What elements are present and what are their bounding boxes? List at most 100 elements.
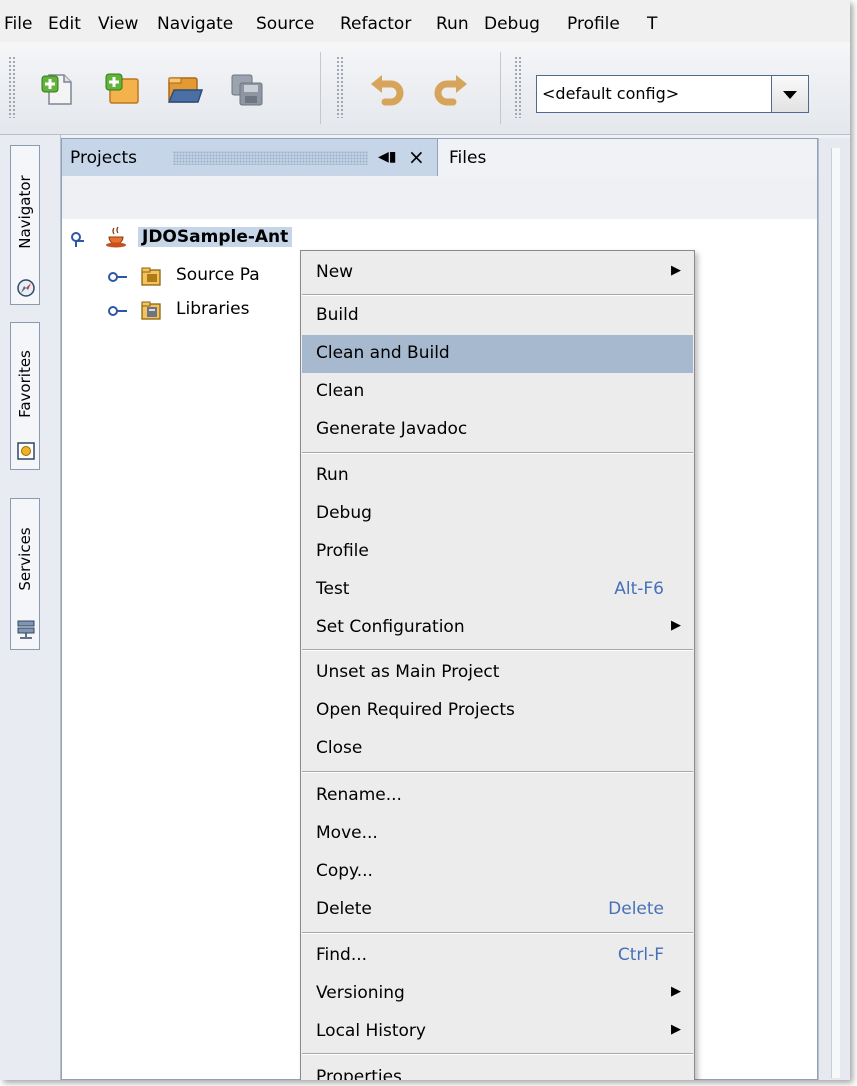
menu-item-label: Local History (316, 1021, 426, 1041)
undo-icon[interactable] (368, 70, 406, 108)
expand-handle-icon[interactable] (108, 271, 128, 283)
java-project-icon (106, 226, 126, 248)
menu-view[interactable]: View (98, 14, 138, 34)
menu-item-properties[interactable]: Properties (302, 1059, 693, 1080)
services-icon (17, 620, 35, 639)
editor-area-border (831, 148, 840, 1078)
menu-item-close[interactable]: Close (302, 730, 693, 768)
menu-navigate[interactable]: Navigate (157, 14, 233, 34)
menu-item-label: Debug (316, 503, 372, 523)
new-project-icon[interactable] (104, 70, 142, 108)
tab-files[interactable]: Files (449, 148, 486, 168)
config-select-value: <default config> (542, 84, 680, 103)
menu-item-copy[interactable]: Copy... (302, 853, 693, 891)
tree-node-libraries[interactable]: Libraries (108, 297, 328, 327)
menu-item-label: Move... (316, 823, 378, 843)
menu-item-clean[interactable]: Clean (302, 373, 693, 411)
menu-file[interactable]: File (4, 14, 32, 34)
open-project-icon[interactable] (166, 70, 204, 108)
menu-item-rename[interactable]: Rename... (302, 777, 693, 815)
menu-item-label: Versioning (316, 983, 405, 1003)
menu-item-label: Clean (316, 381, 365, 401)
menu-separator (302, 452, 693, 454)
menu-item-move[interactable]: Move... (302, 815, 693, 853)
menu-item-clean-and-build[interactable]: Clean and Build (302, 335, 693, 373)
menu-item-label: Close (316, 738, 363, 758)
toolbar-grip[interactable] (336, 56, 343, 118)
menu-item-build[interactable]: Build (302, 297, 693, 335)
menu-debug[interactable]: Debug (484, 14, 540, 34)
tab-services[interactable]: Services (10, 498, 40, 650)
minimize-window-icon[interactable]: ◀▮ (378, 149, 396, 165)
config-dropdown-button[interactable] (771, 76, 808, 112)
tab-services-label: Services (16, 527, 34, 591)
menu-item-label: Set Configuration (316, 617, 465, 637)
tab-favorites-label: Favorites (16, 350, 34, 419)
tree-node-label: Libraries (176, 299, 250, 319)
config-select[interactable]: <default config> (536, 75, 809, 113)
menu-item-debug[interactable]: Debug (302, 495, 693, 533)
toolbar-grip[interactable] (8, 56, 15, 118)
redo-icon[interactable] (432, 70, 470, 108)
menu-item-shortcut: Delete (608, 899, 664, 919)
menu-item-versioning[interactable]: Versioning ▶ (302, 975, 693, 1013)
menu-item-open-required-projects[interactable]: Open Required Projects (302, 692, 693, 730)
menu-run[interactable]: Run (436, 14, 469, 34)
panel-tab-bar: Projects ◀▮ × Files (62, 139, 817, 178)
tree-node-source-packages[interactable]: Source Pa (108, 263, 328, 293)
menu-item-label: Find... (316, 945, 368, 965)
tab-navigator[interactable]: Navigator (10, 145, 40, 305)
compass-icon (17, 279, 35, 297)
toolbar-separator (500, 52, 501, 124)
menu-refactor[interactable]: Refactor (340, 14, 411, 34)
menu-item-label: Rename... (316, 785, 402, 805)
menu-item-label: Profile (316, 541, 369, 561)
menu-separator (302, 1053, 693, 1055)
menu-source[interactable]: Source (256, 14, 314, 34)
menu-separator (302, 649, 693, 651)
submenu-arrow-icon: ▶ (671, 1022, 681, 1037)
tab-favorites[interactable]: Favorites (10, 322, 40, 470)
tab-navigator-label: Navigator (16, 175, 34, 250)
menu-item-shortcut: Ctrl-F (617, 945, 664, 965)
menu-item-find[interactable]: Find... Ctrl-F (302, 937, 693, 975)
toolbar-separator (320, 52, 321, 124)
expand-handle-icon[interactable] (108, 305, 128, 317)
new-file-icon[interactable] (40, 70, 78, 108)
menu-item-set-configuration[interactable]: Set Configuration ▶ (302, 609, 693, 647)
save-all-icon[interactable] (228, 70, 266, 108)
tab-projects-label: Projects (70, 148, 138, 168)
menu-item-run[interactable]: Run (302, 457, 693, 495)
menu-item-profile[interactable]: Profile (302, 533, 693, 571)
libraries-icon (141, 301, 161, 320)
menu-item-shortcut: Alt-F6 (614, 579, 664, 599)
side-tab-bar: Navigator Favorites Services (0, 135, 61, 1080)
favorites-icon (17, 442, 35, 460)
menu-profile[interactable]: Profile (567, 14, 620, 34)
menu-item-delete[interactable]: Delete Delete (302, 891, 693, 929)
menu-item-label: Run (316, 465, 349, 485)
editor-area-edge (818, 138, 850, 1080)
menu-item-label: New (316, 262, 354, 282)
menu-item-label: Test (316, 579, 350, 599)
menu-separator (302, 294, 693, 296)
close-icon[interactable]: × (408, 145, 425, 169)
menu-item-new[interactable]: New ▶ (302, 254, 693, 292)
tab-projects[interactable]: Projects ◀▮ × (62, 139, 438, 176)
menu-item-label: Clean and Build (316, 343, 450, 363)
context-menu: New ▶ Build Clean and Build Clean Genera… (300, 250, 695, 1080)
menu-item-test[interactable]: Test Alt-F6 (302, 571, 693, 609)
collapse-handle-icon[interactable] (70, 231, 88, 249)
tab-drag-area[interactable] (173, 151, 368, 165)
toolbar: <default config> (0, 42, 850, 135)
menu-tools[interactable]: T (647, 14, 657, 34)
menu-item-label: Build (316, 305, 359, 325)
menu-edit[interactable]: Edit (48, 14, 81, 34)
toolbar-grip[interactable] (514, 56, 521, 118)
source-packages-icon (141, 267, 161, 286)
menu-item-unset-main-project[interactable]: Unset as Main Project (302, 654, 693, 692)
menu-item-generate-javadoc[interactable]: Generate Javadoc (302, 411, 693, 449)
panel-toolbar-strip (62, 177, 817, 219)
submenu-arrow-icon: ▶ (671, 984, 681, 999)
menu-item-local-history[interactable]: Local History ▶ (302, 1013, 693, 1051)
